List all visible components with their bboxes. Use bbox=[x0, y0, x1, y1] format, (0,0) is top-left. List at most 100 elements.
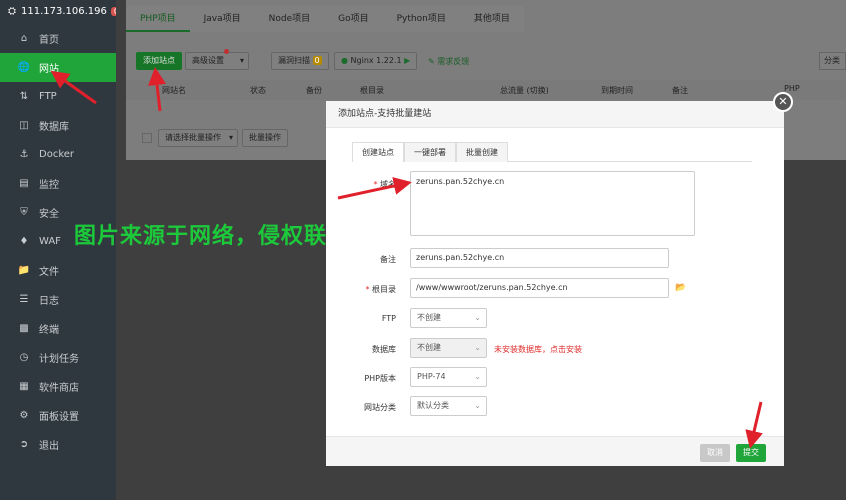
sidebar-item[interactable]: ➲ 退出 bbox=[0, 430, 116, 459]
php-select[interactable]: PHP-74 ⌄ bbox=[410, 367, 487, 387]
dialog-title: 添加站点-支持批量建站 bbox=[326, 101, 784, 128]
category-button[interactable]: 分类 bbox=[819, 52, 846, 70]
clock-icon: ◷ bbox=[19, 352, 29, 363]
db-select-value: 不创建 bbox=[417, 343, 441, 352]
sidebar-item-label: 网站 bbox=[39, 64, 59, 75]
vuln-scan-label: 漏洞扫描 bbox=[278, 56, 310, 65]
logout-icon: ➲ bbox=[19, 439, 29, 450]
sidebar-item-label: 软件商店 bbox=[39, 383, 79, 394]
advanced-settings-label: 高级设置 bbox=[192, 56, 224, 65]
php-label: PHP版本 bbox=[364, 374, 396, 383]
batch-select-label: 请选择批量操作 bbox=[165, 133, 221, 142]
php-select-value: PHP-74 bbox=[417, 372, 446, 381]
folder-open-icon[interactable]: 📂 bbox=[675, 283, 686, 293]
ftp-icon: ⇅ bbox=[19, 91, 29, 102]
cancel-button[interactable]: 取消 bbox=[700, 444, 730, 462]
root-input[interactable]: /www/wwwroot/zeruns.pan.52chye.cn bbox=[410, 278, 669, 298]
advanced-settings-button[interactable]: 高级设置 ▾ bbox=[185, 49, 249, 70]
column-header[interactable]: 到期时间 bbox=[601, 85, 633, 96]
add-site-button[interactable]: 添加站点 bbox=[136, 52, 182, 70]
sidebar-item[interactable]: ⇅ FTP bbox=[0, 82, 116, 111]
nginx-icon: ● bbox=[341, 56, 348, 65]
sidebar-item-label: Docker bbox=[39, 149, 75, 160]
sidebar-item[interactable]: ⚙ 面板设置 bbox=[0, 401, 116, 430]
sidebar-item-label: 退出 bbox=[39, 441, 59, 452]
project-tabs: PHP项目 Java项目 Node项目 Go项目 Python项目 其他项目 bbox=[126, 6, 524, 32]
chevron-down-icon: ▾ bbox=[228, 133, 233, 142]
nginx-button[interactable]: ● Nginx 1.22.1 ▶ bbox=[334, 52, 418, 70]
settings-icon: ⚙ bbox=[19, 410, 29, 421]
category-label: 网站分类 bbox=[364, 403, 396, 412]
vuln-scan-button[interactable]: 漏洞扫描 0 bbox=[271, 52, 329, 70]
add-site-dialog: 添加站点-支持批量建站 ✕ 创建站点 一键部署 批量创建 * 域名 zeruns.p… bbox=[326, 92, 793, 466]
sidebar-item[interactable]: ◫ 数据库 bbox=[0, 111, 116, 140]
sidebar-item[interactable]: ▩ 终端 bbox=[0, 314, 116, 343]
project-tab[interactable]: Node项目 bbox=[255, 6, 325, 32]
sidebar: ⛭ 111.173.106.196 0 ⌂ 首页 🌐 网站 ⇅ FTP ◫ 数据库 ⚓ Docke… bbox=[0, 0, 122, 500]
sidebar-item-label: WAF bbox=[39, 236, 61, 247]
sidebar-item[interactable]: 📁 文件 bbox=[0, 256, 116, 285]
project-tab[interactable]: PHP项目 bbox=[126, 6, 190, 32]
batch-select[interactable]: 请选择批量操作 ▾ bbox=[158, 129, 238, 147]
project-tab[interactable]: 其他项目 bbox=[460, 6, 524, 32]
feedback-label: 需求反馈 bbox=[437, 57, 470, 66]
monitor-icon: ▤ bbox=[19, 178, 29, 189]
sidebar-item[interactable]: 🌐 网站 bbox=[0, 53, 116, 82]
shield-icon: ⛨ bbox=[20, 207, 28, 218]
store-icon: ▦ bbox=[19, 381, 29, 392]
terminal-icon: ▩ bbox=[19, 323, 29, 334]
table-header: 网站名 状态 备份 根目录 总流量 (切换) 到期时间 备注 bbox=[126, 80, 846, 100]
sidebar-item-label: 首页 bbox=[39, 35, 59, 46]
feedback-icon: ✎ bbox=[428, 57, 435, 66]
db-install-link[interactable]: 未安装数据库，点击安装 bbox=[494, 344, 582, 355]
nginx-label: Nginx 1.22.1 bbox=[350, 56, 402, 65]
column-header[interactable]: 备注 bbox=[672, 85, 688, 96]
column-header[interactable]: 总流量 (切换) bbox=[500, 85, 549, 96]
dialog-tabs: 创建站点 一键部署 批量创建 bbox=[352, 142, 752, 162]
sidebar-item[interactable]: ⚓ Docker bbox=[0, 140, 116, 169]
column-header[interactable]: 状态 bbox=[250, 85, 266, 96]
sidebar-item-label: 监控 bbox=[39, 180, 59, 191]
sidebar-item[interactable]: ▦ 软件商店 bbox=[0, 372, 116, 401]
dot-indicator bbox=[224, 49, 229, 54]
project-tab[interactable]: Java项目 bbox=[190, 6, 255, 32]
dialog-tab[interactable]: 批量创建 bbox=[456, 142, 508, 162]
play-icon: ▶ bbox=[404, 56, 411, 65]
sidebar-item[interactable]: ◷ 计划任务 bbox=[0, 343, 116, 372]
sidebar-item-label: FTP bbox=[39, 91, 57, 102]
column-header[interactable]: 备份 bbox=[306, 85, 322, 96]
select-all-checkbox[interactable] bbox=[142, 133, 152, 143]
project-tab[interactable]: Go项目 bbox=[324, 6, 382, 32]
php-column-header: PHP bbox=[784, 84, 800, 93]
column-header[interactable]: 网站名 bbox=[162, 85, 186, 96]
server-header: ⛭ 111.173.106.196 0 bbox=[0, 0, 122, 22]
remark-input[interactable]: zeruns.pan.52chye.cn bbox=[410, 248, 669, 268]
globe-icon: 🌐 bbox=[17, 62, 31, 73]
sidebar-item[interactable]: ⌂ 首页 bbox=[0, 24, 116, 53]
folder-icon: 📁 bbox=[17, 265, 31, 276]
column-header[interactable]: 根目录 bbox=[360, 85, 384, 96]
batch-action-button[interactable]: 批量操作 bbox=[242, 129, 288, 147]
sidebar-item[interactable]: ☰ 日志 bbox=[0, 285, 116, 314]
close-icon[interactable]: ✕ bbox=[773, 92, 793, 112]
category-select[interactable]: 默认分类 ⌄ bbox=[410, 396, 487, 416]
feedback-link[interactable]: ✎ 需求反馈 bbox=[428, 56, 469, 67]
dialog-tab[interactable]: 一键部署 bbox=[404, 142, 456, 162]
ftp-select[interactable]: 不创建 ⌄ bbox=[410, 308, 487, 328]
home-icon: ⌂ bbox=[20, 33, 28, 44]
project-tab[interactable]: Python项目 bbox=[383, 6, 460, 32]
ftp-select-value: 不创建 bbox=[417, 313, 441, 322]
database-icon: ◫ bbox=[19, 120, 29, 131]
server-ip: 111.173.106.196 bbox=[21, 5, 107, 17]
sidebar-item-label: 安全 bbox=[39, 209, 59, 220]
sidebar-item[interactable]: ▤ 监控 bbox=[0, 169, 116, 198]
domain-label: * 域名 bbox=[373, 180, 396, 189]
db-select[interactable]: 不创建 ⌄ bbox=[410, 338, 487, 358]
dialog-tab[interactable]: 创建站点 bbox=[352, 142, 404, 162]
root-label: * 根目录 bbox=[365, 285, 396, 294]
chevron-down-icon: ⌄ bbox=[474, 372, 481, 381]
submit-button[interactable]: 提交 bbox=[736, 444, 766, 462]
ftp-label: FTP bbox=[381, 314, 396, 323]
toolbar: 添加站点 高级设置 ▾ 漏洞扫描 0 ● Nginx 1.22.1 ▶ ✎ 需求… bbox=[126, 46, 846, 76]
domain-textarea[interactable]: zeruns.pan.52chye.cn bbox=[410, 171, 695, 236]
